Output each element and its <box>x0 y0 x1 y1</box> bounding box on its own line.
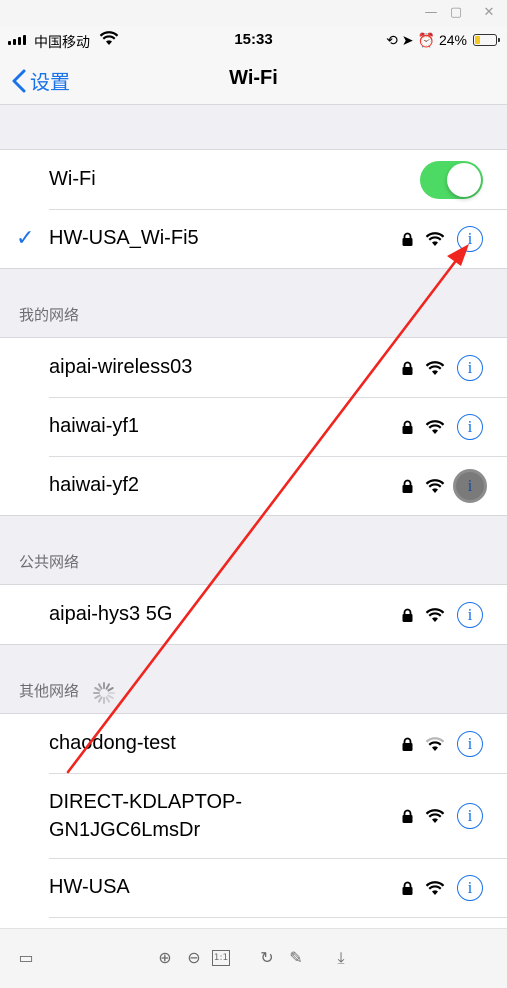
network-row[interactable]: HW-USA i <box>0 858 507 917</box>
section-header-public-networks: 公共网络 <box>19 554 80 571</box>
lock-icon <box>402 881 413 895</box>
network-row[interactable]: haiwai-yf2 i <box>0 456 507 515</box>
wifi-signal-icon <box>425 419 445 434</box>
info-icon[interactable]: i <box>457 802 483 829</box>
other-networks-group: chaodong-test i DIRECT-KDLAPTOP- GN1JGC6… <box>0 713 507 928</box>
loading-spinner-icon <box>93 682 115 704</box>
network-row-partial <box>0 917 507 928</box>
page-title: Wi-Fi <box>229 67 278 89</box>
lock-icon <box>402 479 413 493</box>
network-row[interactable]: haiwai-yf1 i <box>0 397 507 456</box>
zoom-out-icon[interactable]: ⊖ <box>183 947 205 969</box>
connected-network-row[interactable]: ✓ HW-USA_Wi-Fi5 i <box>0 209 507 268</box>
maximize-icon[interactable]: ▢ <box>447 4 465 22</box>
spinner-spoke <box>105 696 110 703</box>
battery-fill <box>475 36 481 44</box>
phone-screen: 中国移动 15:33 ⟲ ➤ ⏰ 24% 设置 Wi-Fi Wi-Fi ✓ HW… <box>0 26 507 928</box>
wifi-signal-weak-icon <box>425 736 445 751</box>
network-row[interactable]: aipai-wireless03 i <box>0 338 507 397</box>
rotation-lock-icon: ⟲ <box>386 31 398 48</box>
wifi-signal-icon <box>425 231 445 246</box>
wifi-main-group: Wi-Fi ✓ HW-USA_Wi-Fi5 i <box>0 149 507 269</box>
spinner-spoke <box>98 696 103 703</box>
wifi-signal-icon <box>425 808 445 823</box>
spinner-spoke <box>105 683 110 690</box>
lock-icon <box>402 361 413 375</box>
close-icon[interactable]: ✕ <box>480 4 498 22</box>
lock-icon <box>402 809 413 823</box>
info-icon-pressed[interactable]: i <box>453 468 487 503</box>
wifi-signal-icon <box>425 880 445 895</box>
public-networks-group: aipai-hys3 5G i <box>0 584 507 645</box>
wifi-signal-icon <box>425 478 445 493</box>
alarm-icon: ⏰ <box>417 31 435 48</box>
rotate-icon[interactable]: ↻ <box>256 947 278 969</box>
network-row[interactable]: aipai-hys3 5G i <box>0 585 507 644</box>
zoom-in-icon[interactable]: ⊕ <box>154 947 176 969</box>
spinner-spoke <box>107 694 114 699</box>
spinner-spoke <box>94 694 101 699</box>
info-icon[interactable]: i <box>457 874 483 901</box>
wifi-signal-icon <box>425 360 445 375</box>
edit-icon[interactable]: ✎ <box>285 947 307 969</box>
network-row[interactable]: chaodong-test i <box>0 714 507 773</box>
info-icon[interactable]: i <box>457 413 483 440</box>
lock-icon <box>402 608 413 622</box>
minimize-icon[interactable]: — <box>422 4 440 22</box>
navigation-bar: 设置 Wi-Fi <box>0 54 507 105</box>
lock-icon <box>402 232 413 246</box>
spinner-spoke <box>98 683 103 690</box>
actual-size-icon[interactable]: 1:1 <box>212 950 230 966</box>
status-right: ⟲ ➤ ⏰ 24% <box>386 30 500 50</box>
info-icon[interactable]: i <box>457 601 483 628</box>
wifi-toggle-switch[interactable] <box>420 160 483 199</box>
spinner-spoke <box>94 687 101 692</box>
layout-icon[interactable]: ▭ <box>15 947 37 969</box>
info-icon[interactable]: i <box>457 225 483 252</box>
lock-icon <box>402 420 413 434</box>
network-row[interactable]: DIRECT-KDLAPTOP- GN1JGC6LmsDr i <box>0 773 507 858</box>
wifi-toggle-row: Wi-Fi <box>0 150 507 209</box>
checkmark-icon: ✓ <box>16 225 35 250</box>
section-header-other-networks: 其他网络 <box>0 645 507 713</box>
wifi-signal-icon <box>425 607 445 622</box>
info-icon[interactable]: i <box>457 730 483 757</box>
status-bar: 中国移动 15:33 ⟲ ➤ ⏰ 24% <box>0 26 507 54</box>
viewer-title-bar: — ▢ ✕ <box>0 0 507 26</box>
battery-percent: 24% <box>438 32 467 48</box>
my-networks-group: aipai-wireless03 i haiwai-yf1 i haiwai-y… <box>0 337 507 516</box>
download-icon[interactable]: ⤓ <box>330 947 352 969</box>
spinner-spoke <box>107 687 114 692</box>
viewer-toolbar: ▭ ⊕ ⊖ 1:1 ↻ ✎ ⤓ <box>0 928 507 988</box>
battery-icon <box>473 34 500 46</box>
lock-icon <box>402 737 413 751</box>
info-icon[interactable]: i <box>457 354 483 381</box>
section-header-my-networks: 我的网络 <box>19 307 80 324</box>
location-icon: ➤ <box>401 31 414 48</box>
